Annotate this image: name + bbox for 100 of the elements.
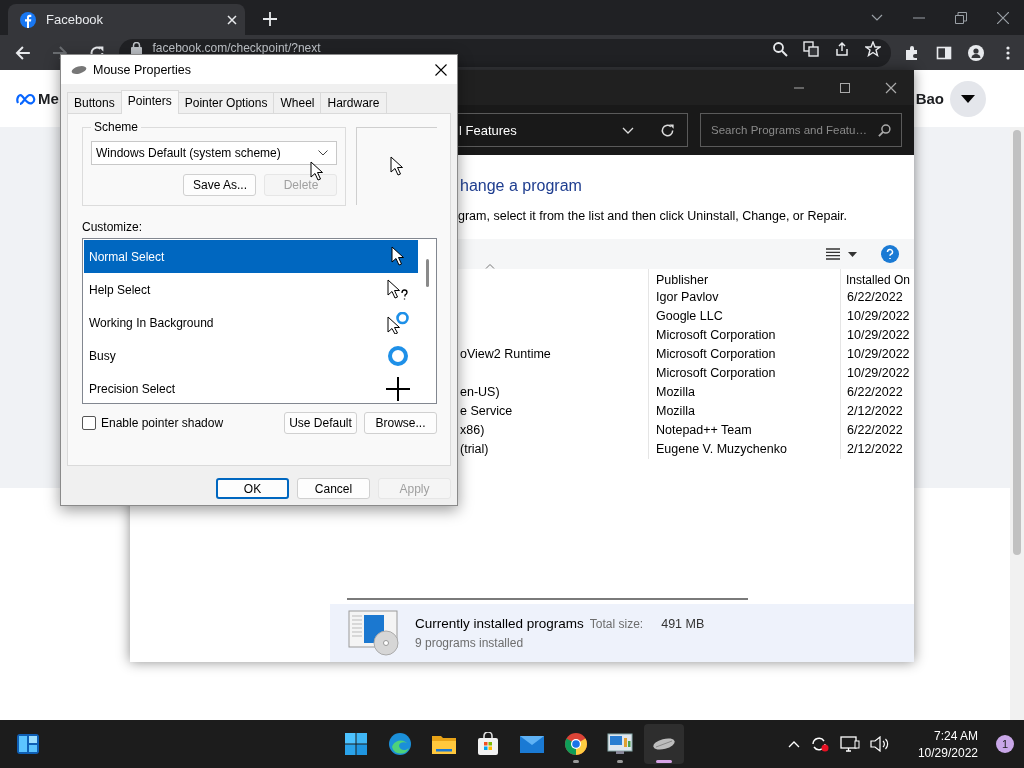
- scheme-button[interactable]: Save As...: [183, 174, 257, 196]
- mouse-icon[interactable]: [652, 737, 676, 751]
- table-cell-text: 6/22/2022: [846, 384, 904, 401]
- scrollbar-thumb[interactable]: [347, 598, 748, 600]
- close-icon[interactable]: [997, 11, 1009, 24]
- widgets-icon[interactable]: [16, 733, 40, 755]
- list-item[interactable]: Working In Background: [84, 306, 418, 339]
- table-cell-text: 6/22/2022: [846, 422, 904, 439]
- caret-icon: [961, 94, 975, 103]
- lock-icon: [131, 41, 143, 55]
- scheme-dropdown[interactable]: Windows Default (system scheme): [91, 141, 338, 165]
- list-item[interactable]: Normal Select: [84, 240, 418, 273]
- table-cell-text: 2/12/2022: [846, 403, 904, 420]
- mouse-cursor-icon: [310, 161, 324, 182]
- mail-icon[interactable]: [519, 734, 545, 754]
- search-field[interactable]: Search Programs and Featu…: [700, 113, 902, 147]
- star-icon[interactable]: [865, 40, 881, 57]
- forward-icon[interactable]: [51, 44, 68, 61]
- instruction-text: gram, select it from the list and then click Uninstall, Change, or Repair.: [458, 209, 849, 223]
- clock[interactable]: 7:24 AM 10/29/2022: [917, 728, 978, 760]
- tab[interactable]: Buttons: [67, 92, 122, 113]
- account-menu-button[interactable]: [950, 80, 986, 117]
- crosshair-icon: [386, 376, 410, 401]
- table-cell-text: 10/29/2022: [846, 327, 911, 344]
- refresh-icon[interactable]: [660, 122, 675, 138]
- mouse-icon: [71, 64, 87, 75]
- summary-title: Currently installed programs: [415, 616, 584, 631]
- table-cell: Igor Pavlov: [649, 288, 841, 307]
- volume-icon[interactable]: [869, 736, 890, 752]
- running-indicator: [617, 760, 623, 763]
- table-cell: Mozilla: [649, 402, 841, 421]
- help-pointer-icon: [387, 278, 409, 301]
- logo-text: Me: [38, 90, 59, 107]
- window-title: Mouse Properties: [93, 62, 191, 77]
- maximize-button[interactable]: [839, 81, 851, 94]
- meta-logo-icon: [16, 92, 36, 105]
- table-cell: Eugene V. Muzychenko: [649, 440, 841, 459]
- pointer-button[interactable]: Use Default: [284, 412, 357, 434]
- list-item[interactable]: Help Select: [84, 273, 418, 306]
- close-button[interactable]: [885, 81, 897, 94]
- table-cell-text: 10/29/2022: [846, 365, 911, 382]
- tab[interactable]: Pointers: [120, 90, 179, 114]
- table-cell: Microsoft Corporation: [649, 364, 841, 383]
- table-cell: Mozilla: [649, 383, 841, 402]
- browser-swirl-icon[interactable]: [388, 732, 412, 756]
- running-indicator: [656, 760, 672, 763]
- shopping-bag-icon[interactable]: [476, 732, 500, 756]
- clock-date: 10/29/2022: [917, 745, 978, 760]
- tab[interactable]: Hardware: [320, 92, 387, 113]
- scrollbar-thumb[interactable]: [426, 259, 429, 287]
- close-icon[interactable]: [435, 63, 447, 76]
- dialog-button[interactable]: OK: [216, 478, 289, 499]
- browser-tab[interactable]: Facebook: [8, 4, 245, 35]
- clock-time: 7:24 AM: [933, 728, 978, 743]
- start-icon[interactable]: [344, 732, 368, 756]
- working-pointer-icon: [387, 311, 409, 334]
- caret-down-icon[interactable]: [848, 251, 857, 257]
- taskbar-button[interactable]: [644, 724, 684, 764]
- arrow-pointer-icon: [390, 156, 405, 177]
- search-icon[interactable]: [878, 123, 891, 137]
- network-icon[interactable]: [839, 735, 860, 753]
- side-panel-icon[interactable]: [936, 44, 952, 61]
- help-icon[interactable]: [881, 245, 899, 263]
- dialog-button[interactable]: Cancel: [297, 478, 370, 499]
- busy-spinner-icon: [387, 344, 409, 367]
- total-size-label: Total size:: [589, 617, 644, 631]
- programs-icon: [348, 610, 400, 656]
- share-icon[interactable]: [834, 40, 850, 57]
- breadcrumb-text[interactable]: l Features: [459, 122, 596, 138]
- chrome-icon[interactable]: [564, 732, 588, 756]
- minimize-icon[interactable]: [913, 16, 925, 19]
- control-panel-icon[interactable]: [607, 732, 633, 756]
- restore-icon[interactable]: [955, 11, 967, 24]
- folder-icon[interactable]: [431, 733, 457, 755]
- table-cell: Google LLC: [649, 307, 841, 326]
- checkbox[interactable]: [82, 416, 96, 430]
- tab[interactable]: Pointer Options: [177, 92, 275, 113]
- profile-icon[interactable]: [968, 44, 984, 61]
- translate-icon[interactable]: [803, 40, 819, 57]
- favicon-icon: [20, 11, 36, 28]
- search-icon[interactable]: [772, 40, 788, 57]
- scrollbar-thumb[interactable]: [1013, 130, 1021, 555]
- table-cell-text: 10/29/2022: [846, 346, 911, 363]
- arrow-pointer-icon: [391, 246, 405, 267]
- user-name[interactable]: Bao: [915, 90, 944, 107]
- notification-badge[interactable]: 1: [996, 735, 1014, 753]
- back-icon[interactable]: [15, 44, 31, 61]
- table-cell: Microsoft Corporation: [649, 326, 841, 345]
- column-header[interactable]: Installed On: [841, 269, 914, 291]
- chevron-down-icon[interactable]: [871, 13, 883, 22]
- list-view-icon[interactable]: [826, 248, 840, 260]
- new-tab-icon[interactable]: [263, 12, 277, 26]
- sync-icon[interactable]: [809, 735, 830, 753]
- program-count: 9 programs installed: [415, 636, 525, 650]
- column-header[interactable]: Publisher: [649, 269, 841, 291]
- search-input[interactable]: Search Programs and Featu…: [711, 124, 878, 136]
- pointer-button[interactable]: Browse...: [364, 412, 437, 434]
- chevron-up-icon[interactable]: [787, 740, 800, 748]
- puzzle-icon[interactable]: [904, 44, 920, 61]
- group-label: Scheme: [93, 120, 140, 134]
